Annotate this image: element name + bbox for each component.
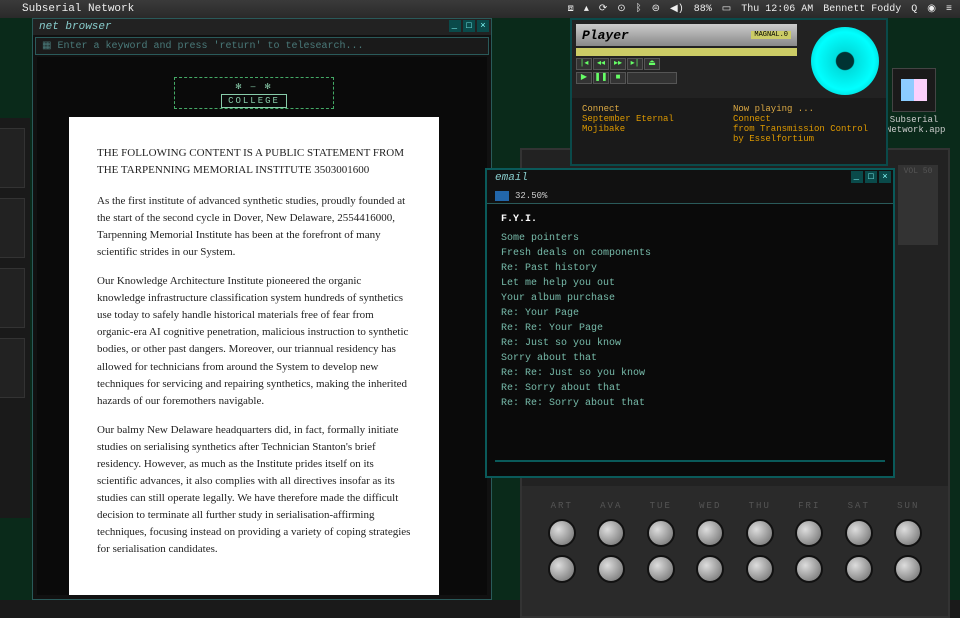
- battery-icon[interactable]: ▭: [722, 3, 731, 15]
- email-progress: 32.50%: [487, 188, 893, 204]
- flame-icon[interactable]: ▴: [584, 3, 589, 15]
- knob[interactable]: [746, 519, 774, 547]
- now-playing: Now playing ... Connect from Transmissio…: [729, 104, 880, 158]
- email-item[interactable]: Re: Your Page: [501, 306, 879, 321]
- volume-icon[interactable]: ◀): [670, 3, 684, 15]
- email-item[interactable]: Re: Just so you know: [501, 336, 879, 351]
- knob[interactable]: [548, 555, 576, 583]
- knob[interactable]: [597, 555, 625, 583]
- maximize-button[interactable]: □: [463, 20, 475, 32]
- netbrowser-title[interactable]: net browser _ □ ×: [33, 19, 491, 35]
- app-icon-label: Subserial Network.app: [886, 115, 942, 135]
- doc-paragraph: Our balmy New Delaware headquarters did,…: [97, 422, 411, 558]
- email-item[interactable]: Sorry about that: [501, 351, 879, 366]
- rewind-button[interactable]: ◂◂: [593, 58, 609, 70]
- email-list: F.Y.I. Some pointers Fresh deals on comp…: [487, 204, 893, 421]
- ffwd-button[interactable]: ▸▸: [610, 58, 626, 70]
- prev-button[interactable]: |◂: [576, 58, 592, 70]
- player-logo: PlayerMAGNAL.0: [576, 24, 797, 46]
- search-placeholder: Enter a keyword and press 'return' to te…: [57, 41, 363, 52]
- knob[interactable]: [548, 519, 576, 547]
- knob[interactable]: [894, 519, 922, 547]
- knob[interactable]: [795, 519, 823, 547]
- email-item[interactable]: Some pointers: [501, 231, 879, 246]
- search-bar[interactable]: ▦ Enter a keyword and press 'return' to …: [35, 37, 489, 55]
- siri-icon[interactable]: ◉: [927, 3, 936, 15]
- user-name[interactable]: Bennett Foddy: [823, 4, 901, 15]
- minimize-button[interactable]: _: [449, 20, 461, 32]
- email-item[interactable]: Your album purchase: [501, 291, 879, 306]
- mode-button[interactable]: [627, 72, 677, 84]
- volume-label: VOL 50: [898, 165, 938, 245]
- knob[interactable]: [696, 519, 724, 547]
- knob[interactable]: [696, 555, 724, 583]
- notification-icon[interactable]: ≡: [946, 4, 952, 15]
- knob[interactable]: [894, 555, 922, 583]
- next-button[interactable]: ▸|: [627, 58, 643, 70]
- app-icon[interactable]: Subserial Network.app: [886, 68, 942, 135]
- eject-button[interactable]: ⏏: [644, 58, 660, 70]
- play-button[interactable]: ▶: [576, 72, 592, 84]
- pause-button[interactable]: ❚❚: [593, 72, 609, 84]
- background-rack: [0, 118, 30, 518]
- minimize-button[interactable]: _: [851, 171, 863, 183]
- app-name[interactable]: Subserial Network: [22, 3, 134, 15]
- desktop: VOL 50 ARTAVATUEWEDTHUFRISATSUN Subseria…: [0, 18, 960, 600]
- knob[interactable]: [647, 555, 675, 583]
- email-item[interactable]: Fresh deals on components: [501, 246, 879, 261]
- email-item[interactable]: Re: Re: Your Page: [501, 321, 879, 336]
- email-item[interactable]: Re: Re: Just so you know: [501, 366, 879, 381]
- music-player-window: PlayerMAGNAL.0 |◂ ◂◂ ▸▸ ▸| ⏏ ▶ ❚❚ ■: [570, 18, 888, 166]
- menubar: Subserial Network ⧈ ▴ ⟳ ⊙ ᛒ ⊜ ◀) 88% ▭ T…: [0, 0, 960, 18]
- doc-paragraph: Our Knowledge Architecture Institute pio…: [97, 273, 411, 409]
- prism-icon: [901, 79, 927, 101]
- track-info: Connect September Eternal Mojibake: [578, 104, 729, 158]
- clock[interactable]: Thu 12:06 AM: [741, 4, 813, 15]
- netbrowser-window: net browser _ □ × ▦ Enter a keyword and …: [32, 18, 492, 600]
- close-button[interactable]: ×: [477, 20, 489, 32]
- email-folder-header: F.Y.I.: [501, 214, 879, 225]
- email-item[interactable]: Re: Past history: [501, 261, 879, 276]
- knob[interactable]: [597, 519, 625, 547]
- stop-button[interactable]: ■: [610, 72, 626, 84]
- browser-viewport: ✻ — ✻ COLLEGE THE FOLLOWING CONTENT IS A…: [37, 57, 487, 595]
- progress-icon: [495, 191, 509, 201]
- knob[interactable]: [647, 519, 675, 547]
- knob[interactable]: [845, 519, 873, 547]
- doc-paragraph: As the first institute of advanced synth…: [97, 193, 411, 261]
- nav-icon[interactable]: ▦: [42, 40, 51, 52]
- battery-percent: 88%: [694, 4, 712, 15]
- wifi-icon[interactable]: ⊜: [652, 3, 660, 15]
- close-button[interactable]: ×: [879, 171, 891, 183]
- spotlight-icon[interactable]: Q: [911, 4, 917, 15]
- page-header-logo: ✻ — ✻ COLLEGE: [174, 77, 334, 109]
- maximize-button[interactable]: □: [865, 171, 877, 183]
- knob[interactable]: [746, 555, 774, 583]
- email-item[interactable]: Re: Re: Sorry about that: [501, 396, 879, 411]
- webpage: ✻ — ✻ COLLEGE THE FOLLOWING CONTENT IS A…: [69, 117, 439, 595]
- disc-icon: [811, 27, 879, 95]
- email-title[interactable]: email _ □ ×: [487, 170, 893, 188]
- knob[interactable]: [845, 555, 873, 583]
- day-labels: ARTAVATUEWEDTHUFRISATSUN: [537, 501, 933, 511]
- sync-icon[interactable]: ⟳: [599, 3, 607, 15]
- bluetooth-icon[interactable]: ᛒ: [636, 3, 642, 15]
- shield-icon[interactable]: ⊙: [617, 3, 625, 15]
- knob[interactable]: [795, 555, 823, 583]
- doc-heading: THE FOLLOWING CONTENT IS A PUBLIC STATEM…: [97, 145, 411, 179]
- email-item[interactable]: Let me help you out: [501, 276, 879, 291]
- email-item[interactable]: Re: Sorry about that: [501, 381, 879, 396]
- dropbox-icon[interactable]: ⧈: [567, 3, 573, 15]
- email-footer: [495, 460, 885, 472]
- player-marquee: [576, 48, 797, 56]
- email-window: email _ □ × 32.50% F.Y.I. Some pointers …: [485, 168, 895, 478]
